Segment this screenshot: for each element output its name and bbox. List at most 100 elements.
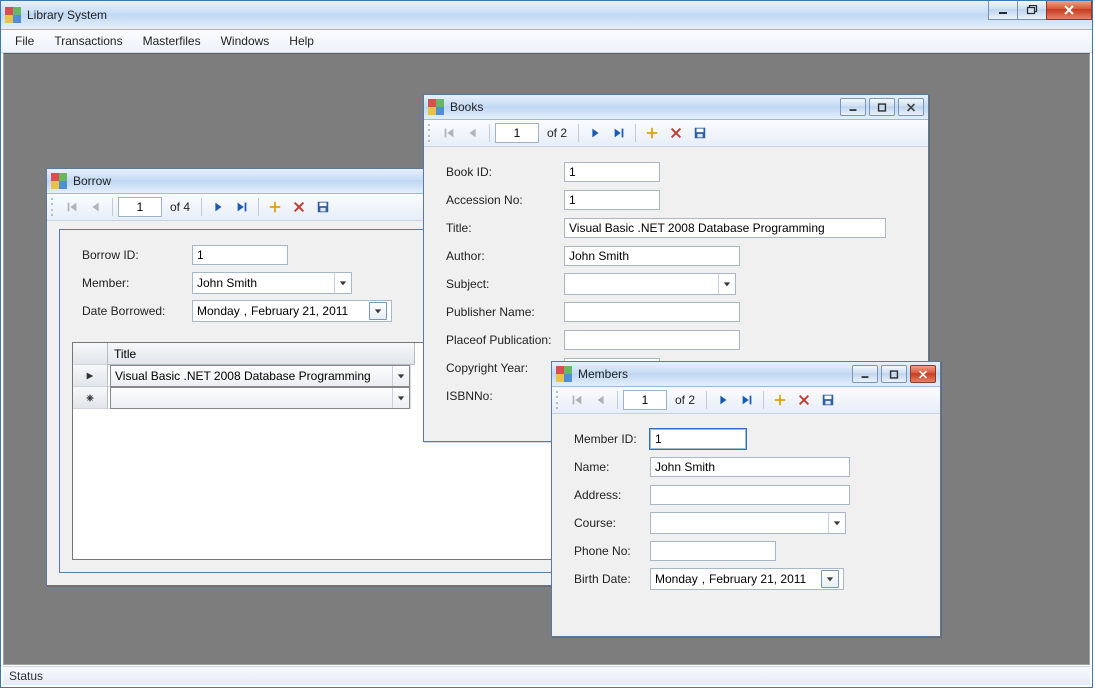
books-minimize-button[interactable] — [840, 98, 866, 116]
phone-input[interactable] — [650, 541, 776, 561]
members-titlebar[interactable]: Members — [552, 362, 940, 387]
borrow-id-input[interactable] — [192, 245, 288, 265]
grid-row-indicator[interactable] — [73, 365, 108, 387]
nav-delete-button[interactable] — [793, 390, 815, 410]
nav-next-button[interactable] — [712, 390, 734, 410]
chevron-down-icon — [392, 366, 409, 386]
birth-date-picker[interactable]: Monday , February 21, 2011 — [650, 568, 844, 590]
books-navigator: of 2 — [424, 120, 928, 147]
nav-last-button[interactable] — [608, 123, 630, 143]
address-label: Address: — [574, 488, 650, 502]
members-minimize-button[interactable] — [852, 365, 878, 383]
nav-first-button[interactable] — [438, 123, 460, 143]
subject-label: Subject: — [446, 277, 564, 291]
menu-file[interactable]: File — [5, 32, 44, 50]
menu-help[interactable]: Help — [279, 32, 324, 50]
borrow-date-label: Date Borrowed: — [82, 304, 192, 318]
separator — [489, 124, 490, 142]
nav-next-button[interactable] — [584, 123, 606, 143]
books-maximize-button[interactable] — [869, 98, 895, 116]
chevron-down-icon — [334, 273, 351, 293]
course-label: Course: — [574, 516, 650, 530]
grid-new-row-indicator[interactable] — [73, 387, 108, 409]
nav-delete-button[interactable] — [288, 197, 310, 217]
nav-save-button[interactable] — [689, 123, 711, 143]
nav-count-label: of 2 — [669, 393, 701, 407]
members-window[interactable]: Members of 2 — [551, 361, 941, 637]
books-close-button[interactable] — [898, 98, 924, 116]
nav-next-button[interactable] — [207, 197, 229, 217]
main-titlebar[interactable]: Library System — [1, 1, 1092, 30]
form-icon — [428, 99, 444, 115]
chevron-down-icon — [392, 388, 409, 408]
separator — [763, 391, 764, 409]
nav-prev-button[interactable] — [85, 197, 107, 217]
separator — [617, 391, 618, 409]
borrow-title: Borrow — [73, 174, 111, 188]
menu-masterfiles[interactable]: Masterfiles — [133, 32, 211, 50]
nav-last-button[interactable] — [231, 197, 253, 217]
nav-save-button[interactable] — [817, 390, 839, 410]
calendar-icon[interactable] — [369, 302, 387, 320]
grid-cell-title-combo[interactable]: Visual Basic .NET 2008 Database Programm… — [110, 365, 410, 387]
date-weekday: Monday — [197, 304, 240, 318]
nav-prev-button[interactable] — [590, 390, 612, 410]
nav-delete-button[interactable] — [665, 123, 687, 143]
main-minimize-button[interactable] — [988, 1, 1018, 20]
form-icon — [51, 173, 67, 189]
statusbar: Status — [3, 666, 1090, 685]
borrow-member-combo[interactable]: John Smith — [192, 272, 352, 294]
nav-prev-button[interactable] — [462, 123, 484, 143]
separator — [112, 198, 113, 216]
title-input[interactable] — [564, 218, 886, 238]
separator — [635, 124, 636, 142]
members-close-button[interactable] — [910, 365, 936, 383]
publisher-input[interactable] — [564, 302, 740, 322]
menu-windows[interactable]: Windows — [211, 32, 280, 50]
place-input[interactable] — [564, 330, 740, 350]
author-input[interactable] — [564, 246, 740, 266]
form-icon — [556, 366, 572, 382]
chevron-down-icon — [718, 274, 735, 294]
nav-last-button[interactable] — [736, 390, 758, 410]
menu-transactions[interactable]: Transactions — [44, 32, 132, 50]
nav-add-button[interactable] — [264, 197, 286, 217]
main-maximize-button[interactable] — [1017, 1, 1047, 20]
borrow-id-label: Borrow ID: — [82, 248, 192, 262]
nav-add-button[interactable] — [641, 123, 663, 143]
grid-corner[interactable] — [73, 343, 108, 365]
course-combo[interactable] — [650, 512, 846, 534]
members-maximize-button[interactable] — [881, 365, 907, 383]
accession-input[interactable] — [564, 190, 660, 210]
main-close-button[interactable] — [1046, 1, 1092, 20]
nav-position-input[interactable] — [495, 123, 539, 143]
title-label: Title: — [446, 221, 564, 235]
nav-first-button[interactable] — [566, 390, 588, 410]
member-id-input[interactable] — [650, 429, 746, 449]
grid-header-title[interactable]: Title — [108, 343, 415, 365]
nav-first-button[interactable] — [61, 197, 83, 217]
subject-combo[interactable] — [564, 273, 736, 295]
separator — [706, 391, 707, 409]
borrow-member-value: John Smith — [197, 276, 257, 290]
menubar: File Transactions Masterfiles Windows He… — [1, 30, 1092, 53]
address-input[interactable] — [650, 485, 850, 505]
nav-save-button[interactable] — [312, 197, 334, 217]
grid-new-cell-combo[interactable] — [110, 387, 410, 409]
calendar-icon[interactable] — [821, 570, 839, 588]
grid-cell-value: Visual Basic .NET 2008 Database Programm… — [115, 369, 371, 383]
date-sep: , — [702, 572, 705, 586]
date-sep: , — [244, 304, 247, 318]
nav-position-input[interactable] — [623, 390, 667, 410]
book-id-input[interactable] — [564, 162, 660, 182]
borrow-date-picker[interactable]: Monday , February 21, 2011 — [192, 300, 392, 322]
books-title: Books — [450, 100, 483, 114]
main-window: Library System File Transactions Masterf… — [0, 0, 1093, 688]
books-titlebar[interactable]: Books — [424, 95, 928, 120]
nav-add-button[interactable] — [769, 390, 791, 410]
copyright-label: Copyright Year: — [446, 361, 564, 375]
nav-position-input[interactable] — [118, 197, 162, 217]
name-input[interactable] — [650, 457, 850, 477]
nav-count-label: of 4 — [164, 200, 196, 214]
mdi-client-area: Borrow of 4 Borrow ID: — [3, 53, 1090, 665]
